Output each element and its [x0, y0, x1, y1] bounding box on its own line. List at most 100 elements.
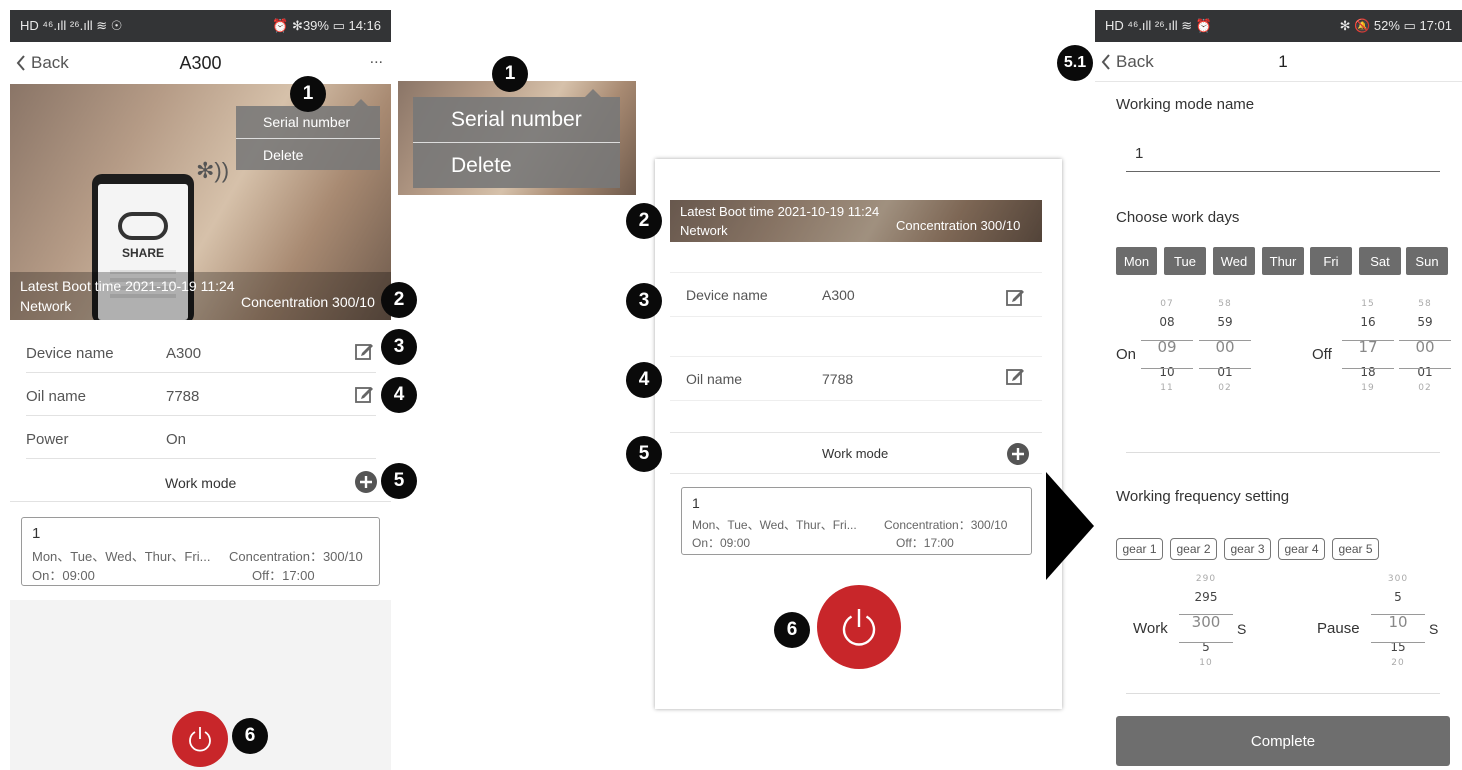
gear-4-button[interactable]: gear 4 [1278, 538, 1325, 560]
callout-2-middle: 2 [626, 203, 662, 239]
gear-1-button[interactable]: gear 1 [1116, 538, 1163, 560]
day-wed[interactable]: Wed [1213, 247, 1255, 275]
gear-5-button[interactable]: gear 5 [1332, 538, 1379, 560]
picker-item: 15 [1361, 299, 1375, 309]
mode-card-off: Off：17:00 [252, 568, 315, 583]
middle-edit-oil-name-icon[interactable] [1005, 366, 1025, 386]
zoomed-menu-item-serial-number[interactable]: Serial number [413, 97, 620, 143]
middle-oil-name-row: Oil name 7788 [670, 356, 1042, 401]
off-hour-picker[interactable]: 15 16 17 18 19 [1342, 299, 1394, 393]
power-row: Power On [26, 426, 376, 452]
bluetooth-icon: ✻)) [196, 158, 230, 183]
mode-name-label: Working mode name [1116, 96, 1255, 113]
gear-2-button[interactable]: gear 2 [1170, 538, 1217, 560]
picker-item: 290 [1195, 574, 1217, 584]
picker-item: 07 [1160, 299, 1174, 309]
callout-3-middle: 3 [626, 283, 662, 319]
callout-4: 4 [381, 377, 417, 413]
on-minute-picker[interactable]: 58 59 00 01 02 [1199, 299, 1251, 393]
callout-2: 2 [381, 282, 417, 318]
middle-mode-card-on: On：09:00 [692, 536, 751, 550]
day-fri[interactable]: Fri [1310, 247, 1352, 275]
zoomed-menu-item-delete[interactable]: Delete [413, 143, 620, 188]
picker-item: 19 [1361, 383, 1375, 393]
picker-item-selected: 10 [1388, 613, 1408, 631]
boot-time-value: 2021-10-19 11:24 [125, 278, 235, 294]
on-label: On [1116, 346, 1137, 363]
middle-add-work-mode-icon[interactable] [1007, 443, 1029, 465]
edit-oil-name-icon[interactable] [354, 384, 374, 404]
add-work-mode-icon[interactable] [355, 471, 377, 493]
page-title-right: 1 [1278, 51, 1288, 71]
gear-3-button[interactable]: gear 3 [1224, 538, 1271, 560]
more-button[interactable]: ... [370, 50, 383, 68]
middle-power-icon [842, 609, 876, 646]
complete-button[interactable]: Complete [1116, 716, 1450, 766]
device-name-value: A300 [166, 344, 202, 362]
edit-device-name-icon[interactable] [354, 341, 374, 361]
middle-boot-time: Latest Boot time 2021-10-19 11:24 [680, 204, 879, 219]
share-logo-icon [118, 212, 168, 240]
device-name-row: Device name A300 [26, 340, 376, 366]
work-mode-card[interactable]: 1 Mon、Tue、Wed、Thur、Fri... Concentration：… [21, 517, 380, 586]
phone-left: HD ⁴⁶.ıll ²⁶.ıll ≋ ☉ ⏰ ✻39% ▭ 14:16 Back… [10, 10, 391, 770]
menu-item-delete[interactable]: Delete [236, 139, 380, 170]
status-left: HD ⁴⁶.ıll ²⁶.ıll ≋ ☉ [20, 18, 123, 33]
boot-time: Latest Boot time 2021-10-19 11:24 [20, 278, 235, 294]
middle-boot-label: Latest Boot time [680, 204, 774, 219]
picker-item: 59 [1217, 315, 1233, 329]
callout-5-1: 5.1 [1057, 45, 1093, 81]
power-icon [189, 727, 211, 752]
callout-1-zoom: 1 [492, 56, 528, 92]
arrow-right-icon [1046, 472, 1094, 580]
middle-power-button[interactable] [817, 585, 901, 669]
picker-item: 20 [1391, 658, 1405, 668]
mode-card-days: Mon、Tue、Wed、Thur、Fri... [32, 549, 211, 564]
middle-edit-device-name-icon[interactable] [1005, 287, 1025, 307]
work-days-label: Choose work days [1116, 209, 1240, 226]
callout-6-middle: 6 [774, 612, 810, 648]
status-left-right: HD ⁴⁶.ıll ²⁶.ıll ≋ ⏰ [1105, 18, 1212, 33]
picker-item: 58 [1218, 299, 1232, 309]
concentration-label: Concentration 300/10 [241, 294, 375, 310]
mode-card-concentration: Concentration：300/10 [229, 549, 363, 564]
off-minute-picker[interactable]: 58 59 00 01 02 [1399, 299, 1451, 393]
work-picker[interactable]: 290 295 300 5 10 [1179, 574, 1233, 668]
work-mode-label: Work mode [165, 475, 237, 491]
picker-item-selected: 300 [1191, 613, 1221, 631]
picker-item: 02 [1418, 383, 1432, 393]
on-hour-picker[interactable]: 07 08 09 10 11 [1141, 299, 1193, 393]
frequency-label: Working frequency setting [1116, 488, 1290, 505]
middle-device-name-row: Device name A300 [670, 272, 1042, 317]
picker-item: 02 [1218, 383, 1232, 393]
day-tue[interactable]: Tue [1164, 247, 1206, 275]
middle-work-mode-card[interactable]: 1 Mon、Tue、Wed、Thur、Fri... Concentration：… [681, 487, 1032, 555]
mode-name-input[interactable]: 1 [1126, 140, 1440, 172]
zoomed-menu: Serial number Delete [413, 89, 620, 188]
work-label: Work [1133, 620, 1168, 637]
callout-5-middle: 5 [626, 436, 662, 472]
callout-5: 5 [381, 463, 417, 499]
nav-bar-right: Back 1 [1095, 42, 1462, 82]
picker-item: 295 [1194, 590, 1218, 604]
middle-concentration-label: Concentration 300/10 [896, 218, 1021, 233]
mode-card-on: On：09:00 [32, 568, 95, 583]
pause-picker[interactable]: 300 5 10 15 20 [1371, 574, 1425, 668]
day-sun[interactable]: Sun [1406, 247, 1448, 275]
status-bar: HD ⁴⁶.ıll ²⁶.ıll ≋ ☉ ⏰ ✻39% ▭ 14:16 [10, 10, 391, 42]
middle-mode-card-concentration: Concentration：300/10 [884, 518, 1008, 532]
power-button[interactable] [172, 711, 228, 767]
callout-1: 1 [290, 76, 326, 112]
picker-item: 300 [1387, 574, 1409, 584]
middle-network-label: Network [680, 223, 728, 238]
middle-oil-name-value: 7788 [822, 370, 854, 387]
day-sat[interactable]: Sat [1359, 247, 1401, 275]
callout-3: 3 [381, 329, 417, 365]
day-mon[interactable]: Mon [1116, 247, 1157, 275]
picker-item: 58 [1418, 299, 1432, 309]
mode-card-name: 1 [32, 525, 41, 542]
off-label: Off [1312, 346, 1332, 363]
nav-bar: Back A300 ... [10, 42, 391, 84]
picker-item: 11 [1160, 383, 1174, 393]
day-thur[interactable]: Thur [1262, 247, 1304, 275]
